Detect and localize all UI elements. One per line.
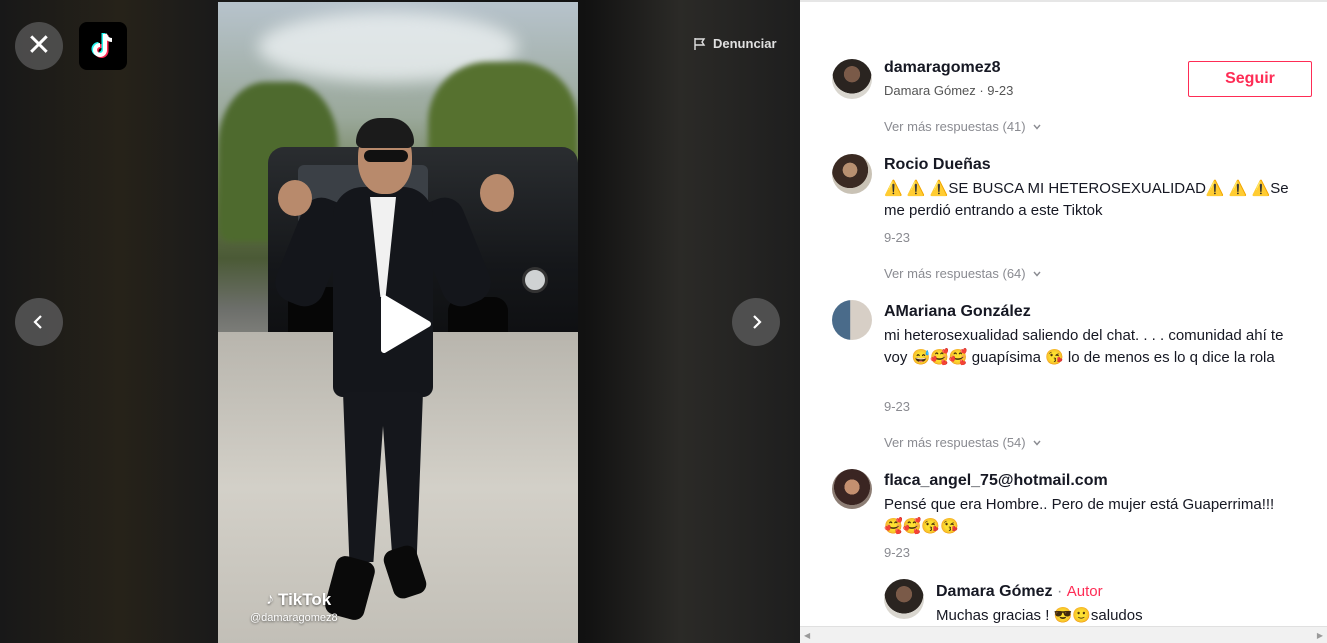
- tiktok-logo-icon[interactable]: [79, 22, 127, 70]
- view-more-replies-label: Ver más respuestas (54): [884, 435, 1026, 450]
- reply-author-line: Damara Gómez · Autor: [936, 583, 1103, 601]
- comment-item: AMariana González mi heterosexualidad sa…: [832, 300, 1302, 418]
- avatar-image: [884, 579, 924, 619]
- avatar[interactable]: [832, 59, 872, 99]
- close-icon: ✕: [26, 29, 52, 62]
- author-username[interactable]: damaragomez8: [884, 59, 1001, 77]
- follow-button[interactable]: Seguir: [1188, 61, 1312, 97]
- author-subtitle: Damara Gómez · 9-23: [884, 83, 1014, 98]
- play-icon[interactable]: [378, 294, 432, 354]
- avatar-image: [832, 59, 872, 99]
- chevron-down-icon: [1033, 271, 1041, 277]
- avatar[interactable]: [832, 300, 872, 340]
- person-hand: [278, 180, 312, 216]
- avatar-image: [832, 154, 872, 194]
- video-pane: ♪ TikTok @damaragomez8 ✕ Denunciar: [0, 0, 800, 643]
- person-hand: [480, 174, 514, 212]
- scroll-left-arrow-icon[interactable]: ◀: [804, 631, 810, 640]
- report-button[interactable]: Denunciar: [693, 36, 777, 51]
- close-button[interactable]: ✕: [15, 22, 63, 70]
- comment-author[interactable]: flaca_angel_75@hotmail.com: [884, 472, 1108, 490]
- comments-pane: damaragomez8 Damara Gómez · 9-23 Seguir …: [800, 0, 1327, 643]
- next-video-button[interactable]: [732, 298, 780, 346]
- reply-author[interactable]: Damara Gómez: [936, 583, 1053, 600]
- scroll-right-arrow-icon[interactable]: ▶: [1317, 631, 1323, 640]
- person-hair: [356, 118, 414, 148]
- tiktok-video-modal: ♪ TikTok @damaragomez8 ✕ Denunciar damar…: [0, 0, 1327, 643]
- view-more-replies-link[interactable]: Ver más respuestas (54): [884, 435, 1042, 450]
- comment-item: Rocio Dueñas ⚠️ ⚠️ ⚠️SE BUSCA MI HETEROS…: [832, 154, 1302, 251]
- comment-text: mi heterosexualidad saliendo del chat. .…: [884, 327, 1284, 366]
- view-more-replies-label: Ver más respuestas (64): [884, 266, 1026, 281]
- previous-video-button[interactable]: [15, 298, 63, 346]
- author-badge: Autor: [1066, 583, 1103, 600]
- comment-author[interactable]: Rocio Dueñas: [884, 156, 991, 174]
- watermark-brand: TikTok: [278, 590, 332, 609]
- avatar-image: [832, 469, 872, 509]
- horizontal-scrollbar[interactable]: ◀ ▶: [800, 626, 1327, 643]
- avatar-image: [832, 300, 872, 340]
- chevron-left-icon: [33, 315, 42, 329]
- truck-headlight: [522, 267, 548, 293]
- comment-text: Pensé que era Hombre.. Pero de mujer est…: [884, 496, 1275, 535]
- watermark-username: @damaragomez8: [250, 612, 338, 624]
- avatar[interactable]: [884, 579, 924, 619]
- chevron-down-icon: [1033, 124, 1041, 130]
- video-watermark: ♪ TikTok @damaragomez8: [250, 590, 338, 624]
- comment-item: flaca_angel_75@hotmail.com Pensé que era…: [832, 469, 1302, 567]
- view-more-replies-link[interactable]: Ver más respuestas (41): [884, 119, 1042, 134]
- reply-text: Muchas gracias ! 😎🙂saludos: [936, 607, 1143, 624]
- comment-author[interactable]: AMariana González: [884, 303, 1031, 321]
- report-label: Denunciar: [713, 36, 777, 51]
- comment-date: 9-23: [884, 545, 911, 560]
- tiktok-note-icon: [91, 33, 113, 58]
- divider: [800, 0, 1327, 2]
- avatar[interactable]: [832, 469, 872, 509]
- watermark-logo: ♪ TikTok: [250, 590, 338, 610]
- tiktok-note-icon: ♪: [266, 591, 274, 608]
- avatar[interactable]: [832, 154, 872, 194]
- reply-separator: ·: [1056, 583, 1063, 600]
- chevron-right-icon: [753, 315, 762, 329]
- comment-date: 9-23: [884, 230, 911, 245]
- person-sunglasses: [364, 150, 408, 162]
- comment-date: 9-23: [884, 399, 911, 414]
- chevron-down-icon: [1033, 440, 1041, 446]
- reply-item: Damara Gómez · Autor Muchas gracias ! 😎🙂…: [884, 579, 1304, 628]
- flag-icon: [694, 37, 706, 50]
- view-more-replies-label: Ver más respuestas (41): [884, 119, 1026, 134]
- comment-text: ⚠️ ⚠️ ⚠️SE BUSCA MI HETEROSEXUALIDAD⚠️ ⚠…: [884, 180, 1289, 219]
- view-more-replies-link[interactable]: Ver más respuestas (64): [884, 266, 1042, 281]
